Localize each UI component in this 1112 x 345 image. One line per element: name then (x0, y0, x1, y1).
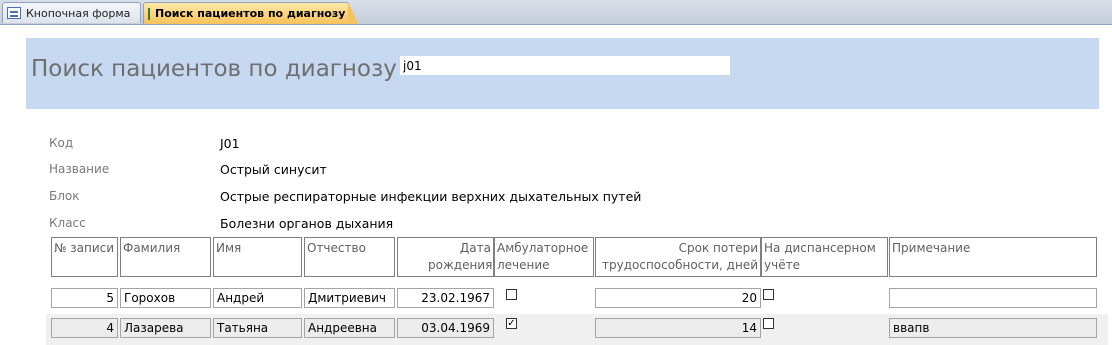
note-field[interactable] (889, 288, 1097, 308)
form-icon (7, 7, 21, 19)
dispensary-checkbox[interactable] (763, 289, 774, 300)
code-label: Код (49, 136, 74, 150)
table-row: 4 Лазарева Татьяна Андреевна 03.04.1969 … (46, 314, 1108, 345)
dispensary-checkbox[interactable] (763, 318, 774, 329)
outpatient-checkbox[interactable]: ✓ (506, 318, 517, 329)
column-header-first-name: Имя (213, 237, 302, 277)
column-header-patronymic: Отчество (304, 237, 395, 277)
first-name-field[interactable]: Татьяна (213, 318, 302, 338)
code-value: J01 (220, 136, 240, 151)
column-header-note: Примечание (889, 237, 1097, 277)
block-label: Блок (49, 189, 80, 203)
record-no-field[interactable]: 4 (51, 318, 118, 338)
outpatient-checkbox[interactable] (506, 289, 517, 300)
column-header-record-no: № записи (51, 237, 118, 277)
diagnosis-search-input[interactable] (399, 55, 731, 76)
first-name-field[interactable]: Андрей (213, 288, 302, 308)
column-header-dispensary: На диспансерном учёте (761, 237, 888, 277)
name-value: Острый синусит (220, 162, 327, 177)
column-header-outpatient: Амбулаторное лечение (494, 237, 594, 277)
column-header-birth-date: Дата рождения (397, 237, 494, 277)
page-title: Поиск пациентов по диагнозу (31, 56, 397, 82)
patronymic-field[interactable]: Андреевна (304, 318, 395, 338)
document-tab-bar: Кнопочная форма Поиск пациентов по диагн… (0, 0, 1112, 25)
surname-field[interactable]: Лазарева (120, 318, 211, 338)
surname-field[interactable]: Горохов (120, 288, 211, 308)
name-label: Название (49, 162, 110, 176)
tab-patient-search[interactable]: Поиск пациентов по диагнозу (143, 2, 358, 24)
column-header-sick-days: Срок потери трудоспособности, дней (595, 237, 761, 277)
tab-switchboard-form[interactable]: Кнопочная форма (2, 2, 141, 23)
block-value: Острые респираторные инфекции верхних ды… (220, 189, 642, 204)
birth-date-field[interactable]: 23.02.1967 (397, 288, 494, 308)
tab-label: Поиск пациентов по диагнозу (155, 7, 346, 20)
note-field[interactable]: ввапв (889, 318, 1097, 338)
sick-days-field[interactable]: 20 (595, 288, 761, 308)
sick-days-field[interactable]: 14 (595, 318, 761, 338)
class-value: Болезни органов дыхания (220, 216, 394, 231)
table-row: 5 Горохов Андрей Дмитриевич 23.02.1967 2… (46, 285, 1108, 313)
class-label: Класс (49, 216, 86, 230)
column-header-surname: Фамилия (120, 237, 211, 277)
record-no-field[interactable]: 5 (51, 288, 118, 308)
birth-date-field[interactable]: 03.04.1969 (397, 318, 494, 338)
form-icon (148, 7, 150, 20)
tab-label: Кнопочная форма (26, 6, 131, 20)
form-header: Поиск пациентов по диагнозу (26, 38, 1099, 109)
patronymic-field[interactable]: Дмитриевич (304, 288, 395, 308)
